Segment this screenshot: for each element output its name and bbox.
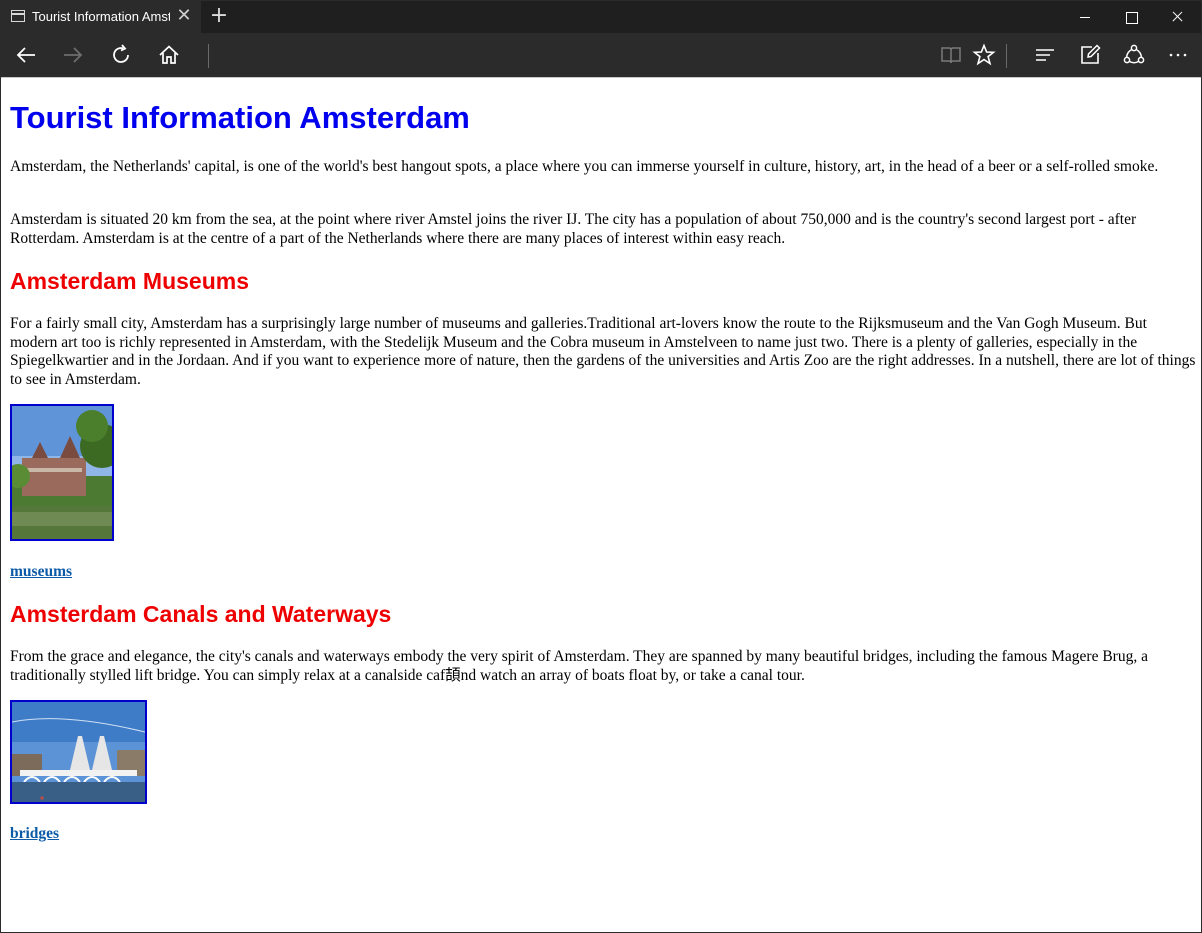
museums-link[interactable]: museums (10, 563, 72, 582)
favorite-star-icon (972, 43, 996, 66)
tab-page-icon (11, 10, 25, 22)
minimize-button[interactable] (1062, 1, 1108, 33)
back-icon (16, 47, 35, 63)
back-button[interactable] (10, 39, 42, 71)
museums-heading: Amsterdam Museums (10, 268, 250, 294)
hub-icon (1036, 49, 1054, 61)
more-button[interactable] (1162, 39, 1194, 71)
refresh-icon (113, 44, 129, 63)
page-viewport[interactable]: Tourist Information Amsterdam Amsterdam,… (1, 77, 1201, 932)
canals-paragraph: From the grace and elegance, the city's … (10, 648, 1148, 684)
active-tab[interactable]: Tourist Information Amsterdam ✕ (1, 1, 201, 33)
forward-icon (64, 47, 83, 63)
home-icon (159, 45, 179, 64)
museum-photo-image (12, 406, 112, 539)
navigation-bar (1, 33, 1201, 77)
refresh-button[interactable] (105, 39, 137, 71)
title-bar: Tourist Information Amsterdam ✕ + (1, 1, 1201, 33)
maximize-button[interactable] (1108, 1, 1154, 33)
share-icon (1123, 44, 1145, 64)
intro-paragraph-1: Amsterdam, the Netherlands' capital, is … (10, 158, 1159, 175)
museums-paragraph: For a fairly small city, Amsterdam has a… (10, 315, 1196, 388)
home-button[interactable] (153, 39, 185, 71)
reading-view-button[interactable] (935, 39, 967, 71)
close-window-button[interactable] (1154, 1, 1200, 33)
museum-photo[interactable] (10, 404, 114, 541)
intro-paragraph-2: Amsterdam is situated 20 km from the sea… (10, 211, 1137, 247)
bridges-link[interactable]: bridges (10, 825, 59, 844)
nav-separator (208, 44, 209, 68)
bridge-photo[interactable] (10, 700, 147, 804)
share-button[interactable] (1118, 39, 1150, 71)
bridge-photo-image (12, 702, 145, 802)
forward-button[interactable] (57, 39, 89, 71)
toolbar-separator (1006, 44, 1007, 68)
hub-button[interactable] (1029, 39, 1061, 71)
web-note-button[interactable] (1074, 39, 1106, 71)
more-icon (1169, 53, 1187, 57)
tab-title: Tourist Information Amsterdam (32, 9, 170, 24)
web-note-icon (1081, 44, 1101, 64)
page-title: Tourist Information Amsterdam (10, 100, 470, 135)
favorite-button[interactable] (968, 39, 1000, 71)
canals-heading: Amsterdam Canals and Waterways (10, 601, 392, 627)
reading-view-icon (941, 47, 961, 64)
browser-window: Tourist Information Amsterdam ✕ + (0, 0, 1202, 933)
new-tab-button[interactable]: + (208, 5, 230, 29)
tab-close-button[interactable]: ✕ (175, 6, 193, 26)
